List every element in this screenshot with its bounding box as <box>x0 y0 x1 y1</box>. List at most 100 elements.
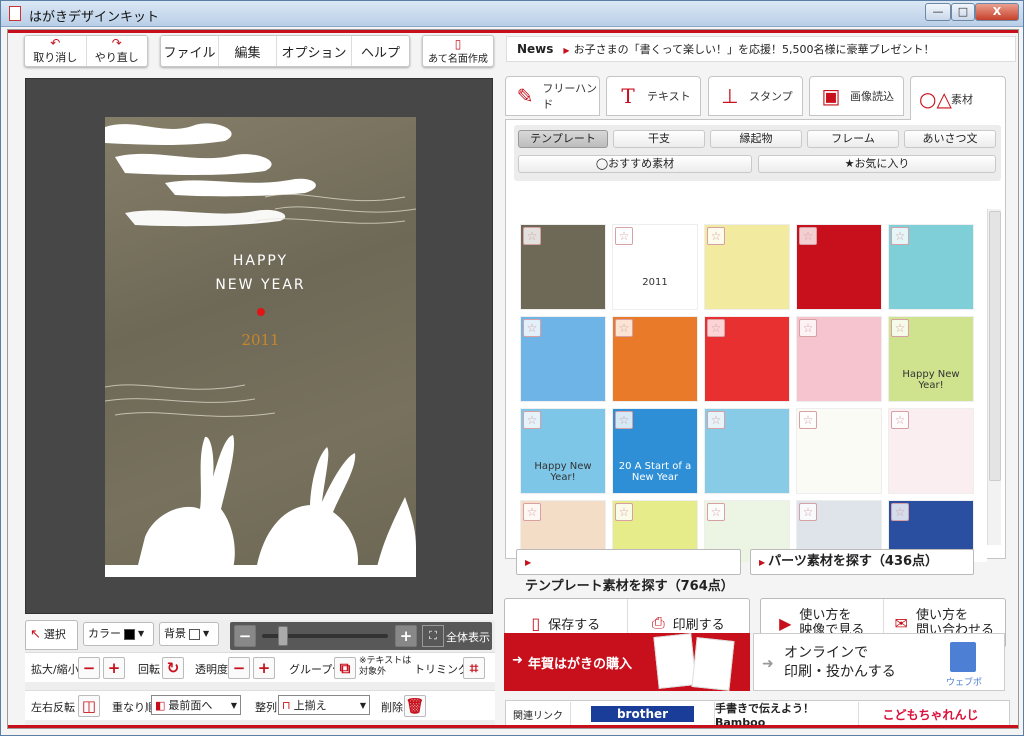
card-year-text[interactable]: 2011 <box>105 331 416 349</box>
category-greeting[interactable]: あいさつ文 <box>904 130 996 148</box>
favorite-star-icon[interactable]: ☆ <box>523 227 541 245</box>
zoom-out-button[interactable]: − <box>78 657 100 679</box>
redo-button[interactable]: ↷ やり直し <box>87 36 148 66</box>
favorite-star-icon[interactable]: ☆ <box>615 319 633 337</box>
opacity-down-button[interactable]: − <box>228 657 250 679</box>
trim-label: トリミング <box>414 663 469 676</box>
background-selector[interactable]: 背景 ▼ <box>159 622 219 646</box>
favorite-star-icon[interactable]: ☆ <box>615 227 633 245</box>
zoom-in-button[interactable]: + <box>103 657 125 679</box>
show-all-label[interactable]: 全体表示 <box>446 629 490 645</box>
menu-edit[interactable]: 編集 <box>219 36 277 66</box>
favorite-star-icon[interactable]: ☆ <box>707 411 725 429</box>
postcard-preview[interactable]: HAPPY NEW YEAR 2011 <box>105 117 416 577</box>
category-recommended[interactable]: ◯おすすめ素材 <box>518 155 752 173</box>
template-thumbnail[interactable]: ☆ <box>796 224 882 310</box>
template-thumbnail[interactable]: ☆ <box>888 224 974 310</box>
zoom-slider-handle[interactable] <box>278 626 288 646</box>
zoom-minus-button[interactable]: − <box>234 625 256 647</box>
undo-button[interactable]: ↶ 取り消し <box>25 36 87 66</box>
tab-text[interactable]: T テキスト <box>606 76 701 116</box>
order-select[interactable]: ◧ 最前面へ ▼ <box>151 695 241 715</box>
favorite-star-icon[interactable]: ☆ <box>523 411 541 429</box>
find-templates-button[interactable]: ▶ テンプレート素材を探す（764点） <box>516 549 741 594</box>
news-bar[interactable]: News ▶ お子さまの「書くって楽しい！」を応援！5,500名様に豪華プレゼント！ <box>506 36 1016 62</box>
cursor-icon: ↖ <box>30 627 41 642</box>
favorite-star-icon[interactable]: ☆ <box>707 227 725 245</box>
favorite-star-icon[interactable]: ☆ <box>523 503 541 521</box>
template-thumbnail[interactable]: ☆ <box>704 408 790 494</box>
card-happy-text[interactable]: HAPPY <box>105 253 416 269</box>
group-note: ※テキストは 対象外 <box>359 656 411 678</box>
favorite-star-icon[interactable]: ☆ <box>799 319 817 337</box>
group-button[interactable]: ⧉ <box>334 657 356 679</box>
select-tool-tab[interactable]: ↖ 選択 <box>25 620 78 650</box>
fit-icon[interactable]: ⛶ <box>422 625 444 647</box>
tab-freehand[interactable]: ✎ フリーハンド <box>505 76 600 116</box>
favorite-star-icon[interactable]: ☆ <box>799 227 817 245</box>
design-canvas[interactable]: HAPPY NEW YEAR 2011 <box>25 78 493 614</box>
rotate-button[interactable]: ↻ <box>162 657 184 679</box>
category-eto[interactable]: 干支 <box>613 130 705 148</box>
chevron-down-icon: ▼ <box>203 629 210 638</box>
template-thumbnail[interactable]: ☆ <box>704 224 790 310</box>
flip-button[interactable]: ◫ <box>78 695 100 717</box>
menu-file[interactable]: ファイル <box>161 36 219 66</box>
kodomo-link[interactable]: こどもちゃれんじ <box>858 702 1002 726</box>
favorite-star-icon[interactable]: ☆ <box>615 503 633 521</box>
template-thumbnail[interactable]: ☆ <box>520 316 606 402</box>
menu-options[interactable]: オプション <box>277 36 353 66</box>
buy-postcards-button[interactable]: ➜ 年賀はがきの購入 <box>504 633 750 691</box>
trash-icon[interactable]: 🗑 <box>404 695 426 717</box>
maximize-button[interactable]: □ <box>951 3 975 21</box>
template-thumbnail[interactable]: ☆ <box>796 408 882 494</box>
favorite-star-icon[interactable]: ☆ <box>891 227 909 245</box>
zoom-plus-button[interactable]: + <box>395 625 417 647</box>
category-template[interactable]: テンプレート <box>518 130 608 148</box>
related-links-label: 関連リンク <box>513 710 563 722</box>
template-thumbnail[interactable]: ☆ <box>612 316 698 402</box>
template-thumbnail[interactable]: ☆ 20 A Start of a New Year <box>612 408 698 494</box>
online-print-button[interactable]: ➜ オンラインで 印刷・投かんする ウェブポ <box>753 633 1005 691</box>
chevron-down-icon: ▼ <box>359 700 366 710</box>
category-frame[interactable]: フレーム <box>807 130 899 148</box>
brother-link[interactable]: brother <box>570 702 714 726</box>
category-favorites[interactable]: ★お気に入り <box>758 155 996 173</box>
align-select[interactable]: ⊓ 上揃え ▼ <box>278 695 370 715</box>
favorite-star-icon[interactable]: ☆ <box>891 319 909 337</box>
favorite-star-icon[interactable]: ☆ <box>891 503 909 521</box>
tab-materials[interactable]: ○△ 素材 <box>910 76 1006 120</box>
webpo-icon <box>950 642 976 672</box>
favorite-star-icon[interactable]: ☆ <box>615 411 633 429</box>
template-thumbnail[interactable]: ☆ 2011 <box>612 224 698 310</box>
category-engimono[interactable]: 縁起物 <box>710 130 802 148</box>
template-thumbnail[interactable]: ☆ Happy New Year! <box>520 408 606 494</box>
trim-button[interactable]: ⌗ <box>463 657 485 679</box>
template-thumbnail[interactable]: ☆ <box>520 224 606 310</box>
find-parts-button[interactable]: ▶ パーツ素材を探す（436点） <box>750 549 974 575</box>
card-new-year-text[interactable]: NEW YEAR <box>105 277 416 293</box>
close-button[interactable]: X <box>975 3 1019 21</box>
template-thumbnail[interactable]: ☆ <box>704 316 790 402</box>
bamboo-link[interactable]: 手書きで伝えよう！Bamboo <box>714 702 858 729</box>
template-thumbnail[interactable]: ☆ <box>888 408 974 494</box>
favorite-star-icon[interactable]: ☆ <box>891 411 909 429</box>
grid-scroll-thumb[interactable] <box>989 211 1001 481</box>
grid-scrollbar[interactable] <box>987 209 1001 545</box>
address-side-button[interactable]: ▯ あて名面作成 <box>423 36 493 66</box>
online-line1: オンラインで <box>784 645 868 661</box>
tab-stamp[interactable]: ⊥ スタンプ <box>708 76 803 116</box>
select-label: 選択 <box>43 628 66 641</box>
favorite-star-icon[interactable]: ☆ <box>799 503 817 521</box>
color-selector[interactable]: カラー ▼ <box>83 622 154 646</box>
menu-help[interactable]: ヘルプ <box>352 36 409 66</box>
minimize-button[interactable]: — <box>925 3 951 21</box>
tab-image-load[interactable]: ▣ 画像読込 <box>809 76 904 116</box>
favorite-star-icon[interactable]: ☆ <box>799 411 817 429</box>
template-thumbnail[interactable]: ☆ <box>796 316 882 402</box>
favorite-star-icon[interactable]: ☆ <box>707 319 725 337</box>
favorite-star-icon[interactable]: ☆ <box>523 319 541 337</box>
template-thumbnail[interactable]: ☆ Happy New Year! <box>888 316 974 402</box>
opacity-up-button[interactable]: + <box>253 657 275 679</box>
favorite-star-icon[interactable]: ☆ <box>707 503 725 521</box>
